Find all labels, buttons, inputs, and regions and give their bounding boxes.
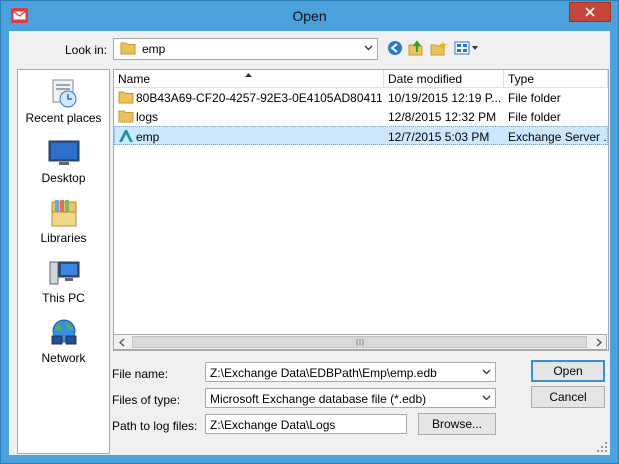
filename-value: Z:\Exchange Data\EDBPath\Emp\emp.edb — [210, 366, 437, 380]
filetype-label: Files of type: — [112, 393, 181, 407]
file-name: logs — [136, 110, 159, 124]
logpath-label: Path to log files: — [112, 419, 198, 433]
logpath-input[interactable]: Z:\Exchange Data\Logs — [205, 414, 407, 434]
places-bar: Recent places Desktop Libraries This PC … — [17, 69, 110, 454]
folder-icon — [120, 42, 136, 55]
window-title: Open — [292, 8, 327, 24]
browse-button[interactable]: Browse... — [418, 413, 496, 435]
lookin-dropdown[interactable]: emp — [113, 38, 378, 60]
grip-icon — [356, 339, 364, 346]
close-button[interactable] — [569, 2, 611, 22]
column-header-date[interactable]: Date modified — [384, 70, 504, 88]
file-row[interactable]: 80B43A69-CF20-4257-92E3-0E4105AD804112..… — [114, 88, 608, 107]
chevron-down-icon — [364, 45, 373, 51]
horizontal-scrollbar[interactable] — [113, 334, 607, 350]
filename-label: File name: — [112, 367, 169, 381]
place-label: This PC — [42, 291, 85, 305]
lookin-label: Look in: — [65, 43, 108, 57]
file-date: 10/19/2015 12:19 P... — [388, 91, 502, 105]
folder-icon — [118, 91, 134, 104]
column-header-name[interactable]: Name — [114, 70, 384, 88]
chevron-down-icon[interactable] — [482, 369, 491, 375]
dialog-client-area: Look in: emp Recent places Desktop Libra… — [9, 31, 610, 455]
scroll-left-icon[interactable] — [118, 338, 125, 347]
place-label: Desktop — [41, 171, 86, 185]
folder-icon — [118, 110, 134, 123]
file-type: File folder — [508, 110, 561, 124]
file-list[interactable]: Name Date modified Type 80B43A69-CF20-42… — [113, 69, 609, 351]
filetype-select[interactable]: Microsoft Exchange database file (*.edb) — [205, 388, 496, 408]
resize-grip-icon[interactable] — [597, 442, 607, 452]
chevron-down-icon[interactable] — [482, 395, 491, 401]
open-button[interactable]: Open — [531, 360, 605, 382]
place-desktop[interactable]: Desktop — [18, 138, 109, 185]
desktop-icon — [48, 140, 79, 165]
recent-places-icon — [52, 79, 76, 108]
file-row-selected[interactable]: emp 12/7/2015 5:03 PM Exchange Server ..… — [114, 126, 608, 145]
column-header-label: Name — [118, 72, 151, 86]
place-this-pc[interactable]: This PC — [18, 258, 109, 305]
file-name: 80B43A69-CF20-4257-92E3-0E4105AD804112..… — [136, 91, 382, 105]
file-date: 12/8/2015 12:32 PM — [388, 110, 497, 124]
column-header-type[interactable]: Type — [504, 70, 608, 88]
place-recent-places[interactable]: Recent places — [18, 78, 109, 125]
sort-ascending-icon — [245, 73, 252, 77]
place-label: Network — [41, 351, 86, 365]
logpath-value: Z:\Exchange Data\Logs — [210, 418, 336, 432]
back-icon[interactable] — [387, 40, 403, 56]
file-type: File folder — [508, 91, 561, 105]
cancel-button[interactable]: Cancel — [531, 386, 605, 408]
place-network[interactable]: Network — [18, 318, 109, 365]
file-date: 12/7/2015 5:03 PM — [388, 130, 490, 144]
filetype-value: Microsoft Exchange database file (*.edb) — [210, 392, 427, 406]
network-icon — [51, 319, 76, 345]
place-libraries[interactable]: Libraries — [18, 198, 109, 245]
new-folder-icon[interactable] — [430, 40, 447, 56]
title-bar[interactable]: Open — [1, 1, 618, 31]
filename-combo[interactable]: Z:\Exchange Data\EDBPath\Emp\emp.edb — [205, 362, 496, 382]
libraries-icon — [51, 200, 76, 227]
close-icon — [585, 7, 595, 17]
open-dialog-window: Open Look in: emp Recent places Desktop — [0, 0, 619, 464]
file-name: emp — [136, 130, 160, 144]
view-menu-icon[interactable] — [454, 40, 479, 56]
file-row[interactable]: logs 12/8/2015 12:32 PM File folder — [114, 107, 608, 126]
scroll-right-icon[interactable] — [596, 338, 603, 347]
lookin-value: emp — [142, 42, 166, 56]
up-folder-icon[interactable] — [408, 40, 424, 56]
place-label: Libraries — [40, 231, 87, 245]
scrollbar-thumb[interactable] — [132, 336, 587, 348]
exchange-db-icon — [119, 130, 133, 142]
place-label: Recent places — [25, 111, 102, 125]
file-type: Exchange Server ... — [508, 130, 606, 144]
this-pc-icon — [49, 261, 79, 285]
